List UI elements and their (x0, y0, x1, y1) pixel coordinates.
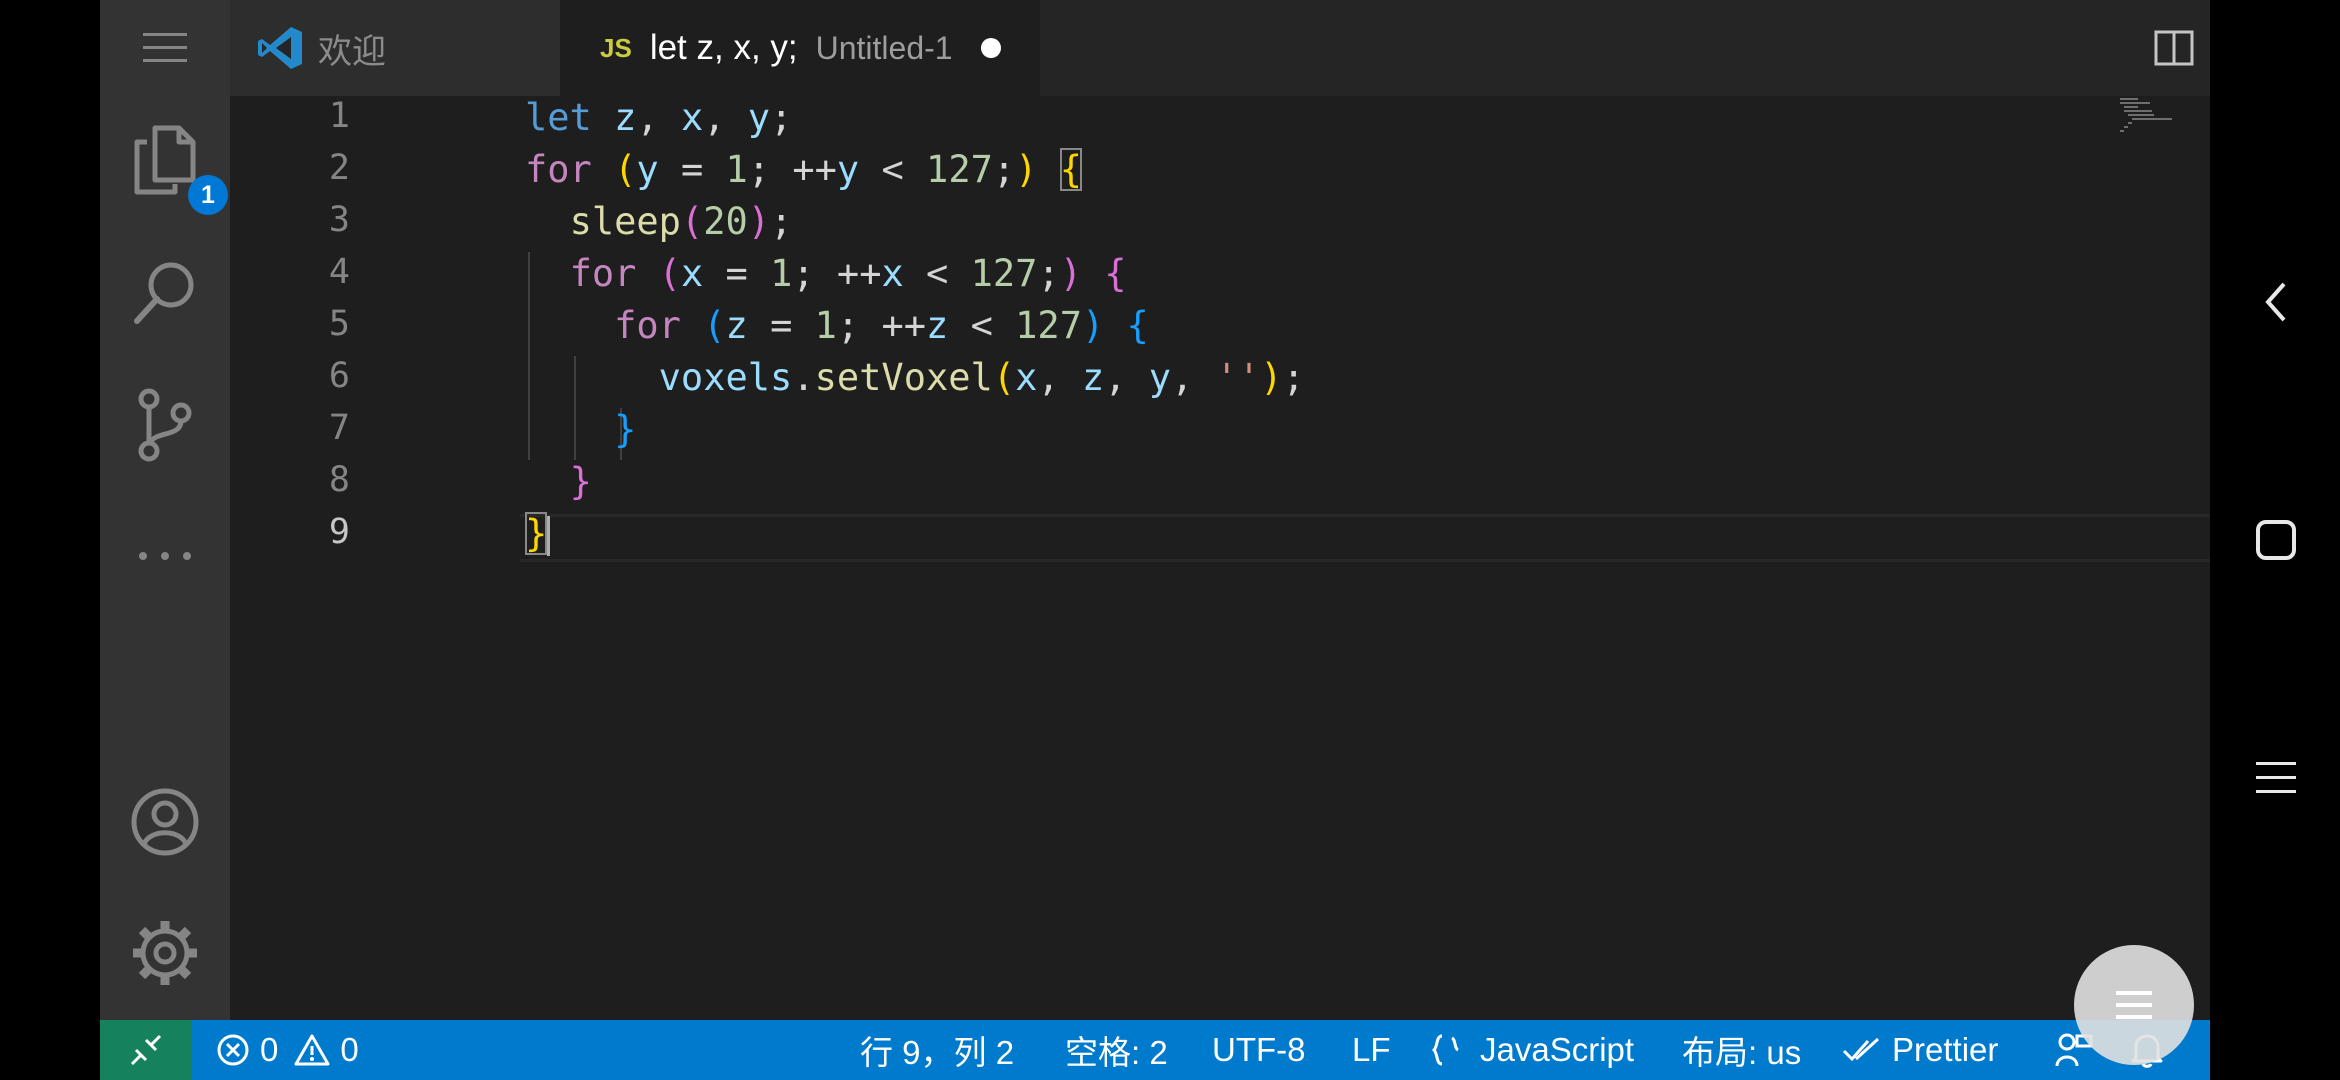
encoding-setting[interactable]: UTF-8 (1212, 1020, 1306, 1080)
error-icon (217, 1034, 249, 1066)
line-number: 5 (328, 304, 350, 344)
tab-welcome-label: 欢迎 (318, 32, 386, 71)
code-line[interactable]: } (525, 408, 636, 460)
language-mode: JavaScript (1480, 1031, 1635, 1068)
line-number: 3 (328, 200, 350, 240)
text-cursor (547, 515, 551, 556)
source-control-button[interactable] (125, 385, 205, 465)
editor-tab-bar: 欢迎 JS let z, x, y; Untitled-1 (230, 0, 2210, 96)
tab-untitled-description: Untitled-1 (815, 29, 953, 66)
accounts-button[interactable] (125, 782, 205, 862)
split-editor-icon (2154, 30, 2194, 66)
prettier-button[interactable]: Prettier (1842, 1020, 1998, 1080)
code-line[interactable]: for (y = 1; ++y < 127;) { (525, 148, 1082, 200)
menu-icon (143, 33, 187, 62)
javascript-file-icon: JS (600, 32, 632, 63)
code-line[interactable]: for (z = 1; ++z < 127) { (525, 304, 1149, 356)
tab-welcome[interactable]: 欢迎 (230, 0, 560, 96)
account-icon (131, 788, 199, 856)
double-check-icon (1842, 1037, 1880, 1062)
explorer-badge: 1 (188, 175, 228, 215)
manage-settings-button[interactable] (125, 913, 205, 993)
line-number-active: 9 (328, 512, 350, 552)
warning-icon (294, 1034, 330, 1066)
line-number: 4 (328, 252, 350, 292)
hamburger-icon (2116, 991, 2152, 1019)
tab-untitled-1[interactable]: JS let z, x, y; Untitled-1 (560, 0, 1040, 96)
code-line[interactable]: sleep(20); (525, 200, 793, 252)
more-views-button[interactable] (125, 516, 205, 596)
line-number: 8 (328, 460, 350, 500)
minimap[interactable] (2120, 96, 2210, 136)
vscode-window: 1 欢迎 JS let z, x, y; Untitled-1 1 2 3 4 … (100, 0, 2210, 1080)
code-line[interactable]: for (x = 1; ++x < 127;) { (525, 252, 1127, 304)
application-menu-button[interactable] (125, 8, 205, 88)
code-line[interactable]: } (525, 460, 592, 512)
formatter-label: Prettier (1892, 1031, 1999, 1068)
home-icon (2256, 520, 2296, 560)
unsaved-dot-icon[interactable] (980, 38, 1001, 58)
braces-icon (1431, 1034, 1459, 1066)
line-number: 1 (328, 96, 350, 136)
phone-screen: 1 欢迎 JS let z, x, y; Untitled-1 1 2 3 4 … (0, 0, 2340, 1080)
line-number: 6 (328, 356, 350, 396)
files-icon (134, 125, 196, 195)
remote-indicator-button[interactable] (100, 1020, 192, 1080)
keyboard-layout[interactable]: 布局: us (1682, 1020, 1801, 1080)
problems-button[interactable]: 0 0 (216, 1020, 359, 1080)
eol-setting[interactable]: LF (1352, 1020, 1391, 1080)
explorer-button[interactable]: 1 (125, 120, 228, 215)
language-mode-button[interactable]: JavaScript (1430, 1020, 1634, 1080)
status-bar: 0 0 行 9，列 2 空格: 2 UTF-8 LF JavaScript 布局… (100, 1020, 2210, 1080)
split-editor-button[interactable] (2152, 26, 2196, 70)
search-icon (134, 262, 194, 324)
cursor-position[interactable]: 行 9，列 2 (860, 1020, 1014, 1080)
activity-bar: 1 (100, 0, 230, 1020)
line-number: 2 (328, 148, 350, 188)
code-line[interactable]: let z, x, y; (525, 96, 792, 148)
remote-icon (130, 1034, 162, 1066)
code-editor[interactable]: 1 2 3 4 5 6 7 8 9 let z, x, y; for (y = … (230, 96, 2210, 1020)
floating-menu-button[interactable] (2074, 945, 2194, 1065)
menu-icon (2256, 762, 2296, 793)
error-count: 0 (260, 1031, 279, 1068)
code-line[interactable]: } (525, 512, 551, 564)
line-number: 7 (328, 408, 350, 448)
tab-untitled-label: let z, x, y; (649, 28, 798, 67)
indentation-setting[interactable]: 空格: 2 (1065, 1020, 1168, 1080)
code-line[interactable]: voxels.setVoxel(x, z, y, ''); (525, 356, 1305, 408)
warning-count: 0 (340, 1031, 359, 1068)
back-button[interactable] (2240, 266, 2312, 338)
home-button[interactable] (2240, 504, 2312, 576)
vscode-logo-icon (258, 27, 302, 69)
recents-button[interactable] (2240, 742, 2312, 814)
more-icon (139, 552, 191, 560)
settings-gear-icon (133, 921, 197, 985)
source-control-icon (138, 388, 192, 462)
search-button[interactable] (125, 253, 205, 333)
back-icon (2265, 282, 2286, 322)
current-line-highlight (520, 514, 2210, 562)
